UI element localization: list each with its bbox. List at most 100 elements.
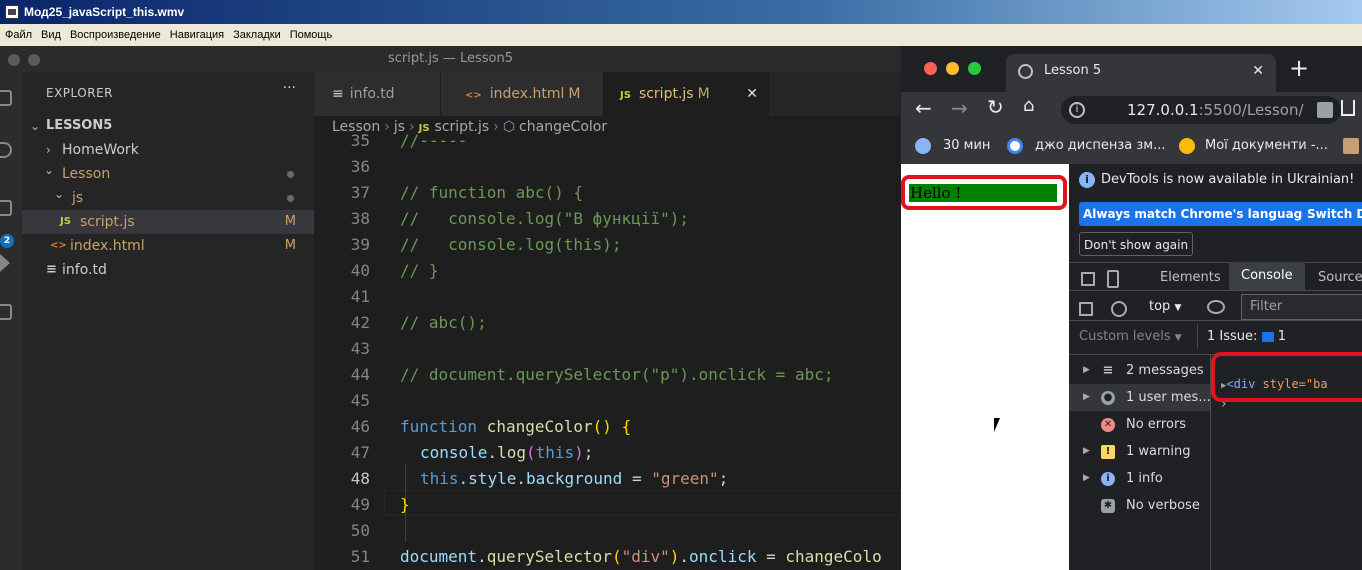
close-icon[interactable]: ✕ <box>746 72 758 116</box>
switch-language-button[interactable]: Switch D <box>1303 202 1362 226</box>
window-minimize-button[interactable] <box>28 54 40 66</box>
source-control-icon[interactable] <box>0 200 12 216</box>
tab-elements[interactable]: Elements <box>1160 270 1221 285</box>
code-line[interactable]: 44// document.querySelector("p").onclick… <box>314 362 901 388</box>
window-maximize-button[interactable] <box>968 62 981 75</box>
tab-lesson-5[interactable]: Lesson 5 ✕ <box>1006 54 1276 92</box>
tab-console[interactable]: Console <box>1229 262 1305 290</box>
code-line[interactable]: 47 console.log(this); <box>314 440 901 466</box>
menu-bookmarks[interactable]: Закладки <box>228 24 285 46</box>
console-sidebar: ▶ ≡ 2 messages ▶ ● 1 user mes... ✕ No errors … <box>1069 354 1211 570</box>
eye-icon[interactable] <box>1207 300 1225 314</box>
player-title: Мод25_javaScript_this.wmv <box>24 5 185 19</box>
google-icon <box>1007 138 1023 154</box>
tab-script-js[interactable]: JS script.js M ✕ <box>604 72 769 116</box>
close-icon[interactable]: ✕ <box>1252 54 1264 88</box>
sidebar-errors[interactable]: ✕ No errors <box>1069 411 1210 438</box>
bookmarks-bar: 30 мин джо диспенза зм... Мої документи … <box>901 128 1362 164</box>
search-icon[interactable] <box>0 142 12 158</box>
new-tab-button[interactable]: + <box>1289 54 1309 82</box>
code-line[interactable]: 43 <box>314 336 901 362</box>
code-line[interactable]: 36 <box>314 154 901 180</box>
share-icon[interactable] <box>1341 100 1355 116</box>
menu-view[interactable]: Вид <box>36 24 65 46</box>
sidebar-toggle-icon[interactable] <box>1079 302 1093 316</box>
window-minimize-button[interactable] <box>946 62 959 75</box>
tree-item-homework[interactable]: › HomeWork <box>22 138 314 162</box>
code-line[interactable]: 42// abc(); <box>314 310 901 336</box>
error-icon: ✕ <box>1101 418 1115 432</box>
code-line[interactable]: 37// function abc() { <box>314 180 901 206</box>
menu-file[interactable]: Файл <box>0 24 36 46</box>
tree-item-info-td[interactable]: ≡ info.td <box>22 258 314 282</box>
menu-help[interactable]: Помощь <box>285 24 337 46</box>
modified-badge: M <box>284 214 296 229</box>
javascript-file-icon: JS <box>620 90 631 101</box>
text-file-icon: ≡ <box>332 86 344 102</box>
sidebar-warnings[interactable]: ▶! 1 warning <box>1069 438 1210 465</box>
html-file-icon: <> <box>50 240 67 251</box>
tree-item-script-js[interactable]: JS script.js M <box>22 210 314 234</box>
dont-show-again-button[interactable]: Don't show again <box>1079 232 1194 256</box>
code-line[interactable]: 45 <box>314 388 901 414</box>
sidebar-info[interactable]: ▶ i 1 info <box>1069 465 1210 492</box>
modified-badge: M <box>284 238 296 253</box>
context-select[interactable]: top ▼ <box>1149 299 1181 314</box>
chevron-down-icon: ▼ <box>1174 303 1182 313</box>
warning-icon: ! <box>1101 445 1115 459</box>
code-line[interactable]: 41 <box>314 284 901 310</box>
console-filter-input[interactable]: Filter <box>1241 294 1362 320</box>
custom-levels-select[interactable]: Custom levels ▼ <box>1079 329 1182 344</box>
chrome-window: Lesson 5 ✕ + ← → ↻ ⌂ i 127.0.0.1:5500/Le… <box>901 46 1362 570</box>
menu-navigation[interactable]: Навигация <box>165 24 228 46</box>
vscode-window-title: script.js — Lesson5 <box>387 51 514 66</box>
user-icon: ● <box>1101 391 1115 405</box>
tab-info-td[interactable]: ≡ info.td <box>314 72 441 116</box>
code-line[interactable]: 40// } <box>314 258 901 284</box>
code-line[interactable]: 38// console.log("В функції"); <box>314 206 901 232</box>
tab-index-html[interactable]: <> index.html M <box>441 72 604 116</box>
device-toolbar-icon[interactable] <box>1107 270 1119 288</box>
tree-item-index-html[interactable]: <> index.html M <box>22 234 314 258</box>
vscode-title-bar: script.js — Lesson5 <box>0 46 901 72</box>
window-close-button[interactable] <box>924 62 937 75</box>
code-line[interactable]: 49} <box>314 492 901 518</box>
tab-sources[interactable]: Source <box>1318 270 1362 285</box>
bookmark-folder-icon[interactable] <box>1343 138 1359 154</box>
sidebar-messages[interactable]: ▶ ≡ 2 messages <box>1069 357 1210 384</box>
code-line[interactable]: 50 <box>314 518 901 544</box>
clock-icon <box>915 138 931 154</box>
code-line[interactable]: 39// console.log(this); <box>314 232 901 258</box>
code-line[interactable]: 46 function changeColor() { <box>314 414 901 440</box>
issues-button[interactable]: 1 Issue: 1 <box>1207 329 1286 344</box>
clear-console-icon[interactable] <box>1111 301 1127 317</box>
inspect-element-icon[interactable] <box>1081 272 1095 286</box>
site-info-icon[interactable]: i <box>1069 102 1085 118</box>
editor-area: ≡ info.td <> index.html M JS script.js M ✕ Le… <box>314 72 901 570</box>
code-line[interactable]: 51 document.querySelector("div").onclick … <box>314 544 901 570</box>
always-match-language-button[interactable]: Always match Chrome's language <box>1079 202 1315 226</box>
explorer-icon[interactable] <box>0 90 12 106</box>
javascript-file-icon: JS <box>60 216 71 227</box>
url-path: :5500/Lesson/ <box>1198 101 1304 119</box>
extensions-icon[interactable] <box>0 304 12 320</box>
code-line[interactable]: 48 this.style.background = "green"; <box>314 466 901 492</box>
address-bar[interactable]: i 127.0.0.1:5500/Lesson/ <box>1061 96 1341 124</box>
home-icon[interactable]: ⌂ <box>1023 95 1034 116</box>
window-close-button[interactable] <box>8 54 20 66</box>
menu-playback[interactable]: Воспроизведение <box>65 24 165 46</box>
sidebar-user-messages[interactable]: ▶ ● 1 user mes... <box>1069 384 1211 411</box>
chevron-down-icon: ⌄ <box>54 187 65 201</box>
forward-arrow-icon[interactable]: → <box>951 96 968 120</box>
run-debug-icon[interactable] <box>0 254 10 272</box>
code-line[interactable]: 35//----- <box>314 128 901 154</box>
explorer-more-button[interactable]: ··· <box>283 80 296 96</box>
reload-icon[interactable]: ↻ <box>987 95 1004 119</box>
tree-item-js[interactable]: ⌄ js <box>22 186 314 210</box>
sidebar-verbose[interactable]: ✱ No verbose <box>1069 492 1210 519</box>
web-page-viewport: Hello ! <box>901 164 1069 570</box>
translate-icon[interactable] <box>1317 102 1333 118</box>
back-arrow-icon[interactable]: ← <box>915 96 932 120</box>
list-icon: ≡ <box>1102 363 1114 378</box>
tree-root-lesson5[interactable]: ⌄ LESSON5 <box>22 114 314 138</box>
